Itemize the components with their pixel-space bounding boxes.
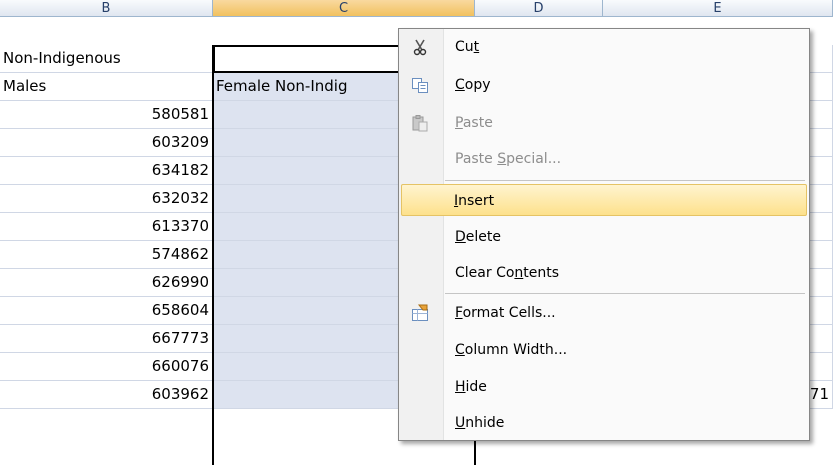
- cell-b[interactable]: Males: [0, 73, 213, 101]
- menu-item-format-cells[interactable]: Format Cells...: [401, 297, 807, 329]
- menu-item-label: Paste Special...: [455, 151, 562, 167]
- menu-item-label: Format Cells...: [455, 305, 556, 321]
- column-header-d[interactable]: D: [475, 0, 603, 17]
- cell-b[interactable]: 658604: [0, 297, 213, 325]
- column-header-e[interactable]: E: [603, 0, 833, 17]
- column-header-b[interactable]: B: [0, 0, 213, 17]
- menu-item-paste-special[interactable]: Paste Special...: [401, 143, 807, 175]
- column-header-c[interactable]: C: [213, 0, 475, 17]
- menu-separator: [445, 180, 805, 181]
- menu-item-cut[interactable]: Cut: [401, 31, 807, 63]
- cell-b[interactable]: 634182: [0, 157, 213, 185]
- menu-item-copy[interactable]: Copy: [401, 69, 807, 101]
- menu-item-label: Unhide: [455, 415, 505, 431]
- cell-b[interactable]: 603209: [0, 129, 213, 157]
- menu-item-label: Clear Contents: [455, 265, 560, 281]
- paste-icon: [411, 114, 429, 132]
- menu-item-clear-contents[interactable]: Clear Contents: [401, 257, 807, 289]
- menu-item-label: Column Width...: [455, 342, 568, 358]
- cell-b[interactable]: 603962: [0, 381, 213, 409]
- cell-b[interactable]: 667773: [0, 325, 213, 353]
- menu-item-label: Cut: [455, 39, 480, 55]
- cell-b[interactable]: 632032: [0, 185, 213, 213]
- menu-item-delete[interactable]: Delete: [401, 221, 807, 253]
- cell-b[interactable]: 580581: [0, 101, 213, 129]
- menu-separator: [445, 293, 805, 294]
- cell-b[interactable]: 574862: [0, 241, 213, 269]
- menu-item-unhide[interactable]: Unhide: [401, 407, 807, 439]
- menu-item-column-width[interactable]: Column Width...: [401, 334, 807, 366]
- menu-item-insert[interactable]: Insert: [401, 184, 807, 216]
- cell-b[interactable]: 626990: [0, 269, 213, 297]
- context-menu: Cut Copy Paste Paste Special... Insert D…: [398, 28, 810, 441]
- menu-item-label: Copy: [455, 77, 491, 93]
- menu-item-paste[interactable]: Paste: [401, 107, 807, 139]
- scissors-icon: [411, 38, 429, 56]
- cell-b[interactable]: Non-Indigenous: [0, 45, 213, 73]
- menu-item-label: Paste: [455, 115, 493, 131]
- menu-item-label: Hide: [455, 379, 487, 395]
- copy-icon: [411, 76, 429, 94]
- menu-item-hide[interactable]: Hide: [401, 371, 807, 403]
- menu-item-label: Insert: [454, 193, 495, 209]
- cell-b[interactable]: 613370: [0, 213, 213, 241]
- cell-b[interactable]: 660076: [0, 353, 213, 381]
- format-cells-icon: [411, 304, 429, 322]
- menu-item-label: Delete: [455, 229, 501, 245]
